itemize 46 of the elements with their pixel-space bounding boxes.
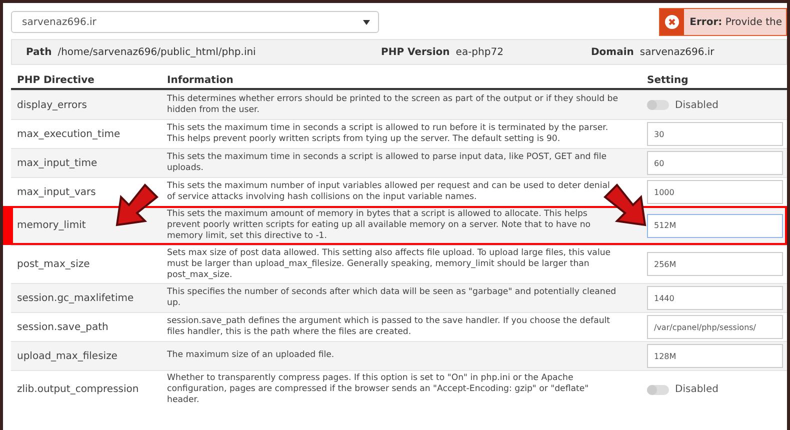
directive-info: The maximum size of an uploaded file.: [167, 350, 336, 362]
setting-field[interactable]: 512M: [647, 214, 783, 238]
directive-info: This determines whether errors should be printed to the screen as part of the output or if they should be hidden from the user.: [167, 94, 620, 116]
directive-info: This specifies the number of seconds after which data will be seen as "garbage" and potentially cleaned up.: [167, 286, 618, 310]
directive-name: zlib.output_compression: [17, 384, 140, 396]
setting-field[interactable]: 60: [647, 151, 783, 175]
directive-name: display_errors: [17, 100, 88, 110]
info-label: Path: [26, 46, 52, 58]
directive-info: This sets the maximum time in seconds a script is allowed to run before it is terminated by the parser. This helps prevent poorly written scripts from tying up the server. The default setting is 90.: [167, 122, 610, 146]
arrow-icon: [115, 183, 159, 227]
directive-info: This sets the maximum number of input variables allowed per request and can be used to deter denial of service attacks involving hash collisions on the input variable names.: [167, 180, 611, 204]
setting-field[interactable]: 128M: [647, 344, 783, 368]
directive-name: session.gc_maxlifetime: [17, 292, 135, 304]
setting-field[interactable]: 30: [647, 122, 783, 146]
toggle-switch[interactable]: [647, 100, 669, 110]
directive-name: max_execution_time: [17, 128, 122, 140]
column-heading: Setting: [647, 75, 690, 86]
toggle-label: Disabled: [675, 384, 718, 396]
directive-info: This sets the maximum time in seconds a script is allowed to parse input data, like POST, GET and file uploads.: [167, 152, 608, 174]
setting-field[interactable]: 1000: [647, 180, 783, 204]
info-label: PHP Version: [381, 46, 450, 58]
directive-name: post_max_size: [17, 258, 91, 270]
directive-name: memory_limit: [17, 220, 87, 232]
toggle-label: Disabled: [675, 100, 718, 110]
directive-info: Sets max size of post data allowed. This setting also affects file upload. To upload large files, this value must be larger than upload_max_filesize. Generally speaking, memory_limit should be larger than post_max_size.: [167, 248, 612, 282]
error-icon: [664, 15, 679, 29]
info-value: ea-php72: [456, 46, 504, 58]
toggle-switch[interactable]: [647, 384, 669, 395]
directive-name: session.save_path: [17, 322, 110, 333]
setting-field[interactable]: /var/cpanel/php/sessions/: [647, 315, 783, 340]
info-label: Domain: [591, 46, 634, 58]
directive-name: max_input_vars: [17, 186, 97, 198]
directive-name: upload_max_filesize: [17, 350, 118, 362]
setting-field[interactable]: 1440: [647, 286, 783, 310]
info-value: sarvenaz696.ir: [640, 46, 714, 58]
caret-icon: [363, 20, 370, 24]
error-message: Error: Provide the: [684, 9, 786, 35]
setting-field[interactable]: 256M: [647, 252, 783, 276]
directive-info: Whether to transparently compress pages. If this option is set to "On" in php.ini or the Apache configuration, pages are compressed if the browser sends an "Accept-Encoding: gzip" or "deflate" header.: [167, 373, 590, 407]
directive-info: This sets the maximum amount of memory in bytes that a script is allowed to allocate. This helps prevent poorly written scripts for eating up all available memory on a server. Note that to have no memory limit, set this directive to -1.: [167, 209, 592, 243]
directive-info: session.save_path defines the argument which is passed to the save handler. If you choose the default files handler, this is the path where the files are created.: [167, 316, 612, 338]
directive-name: max_input_time: [17, 158, 98, 168]
info-value: /home/sarvenaz696/public_html/php.ini: [58, 46, 256, 58]
column-heading: Information: [167, 75, 234, 86]
column-heading: PHP Directive: [17, 75, 96, 86]
site-select[interactable]: sarvenaz696.ir: [11, 11, 379, 33]
